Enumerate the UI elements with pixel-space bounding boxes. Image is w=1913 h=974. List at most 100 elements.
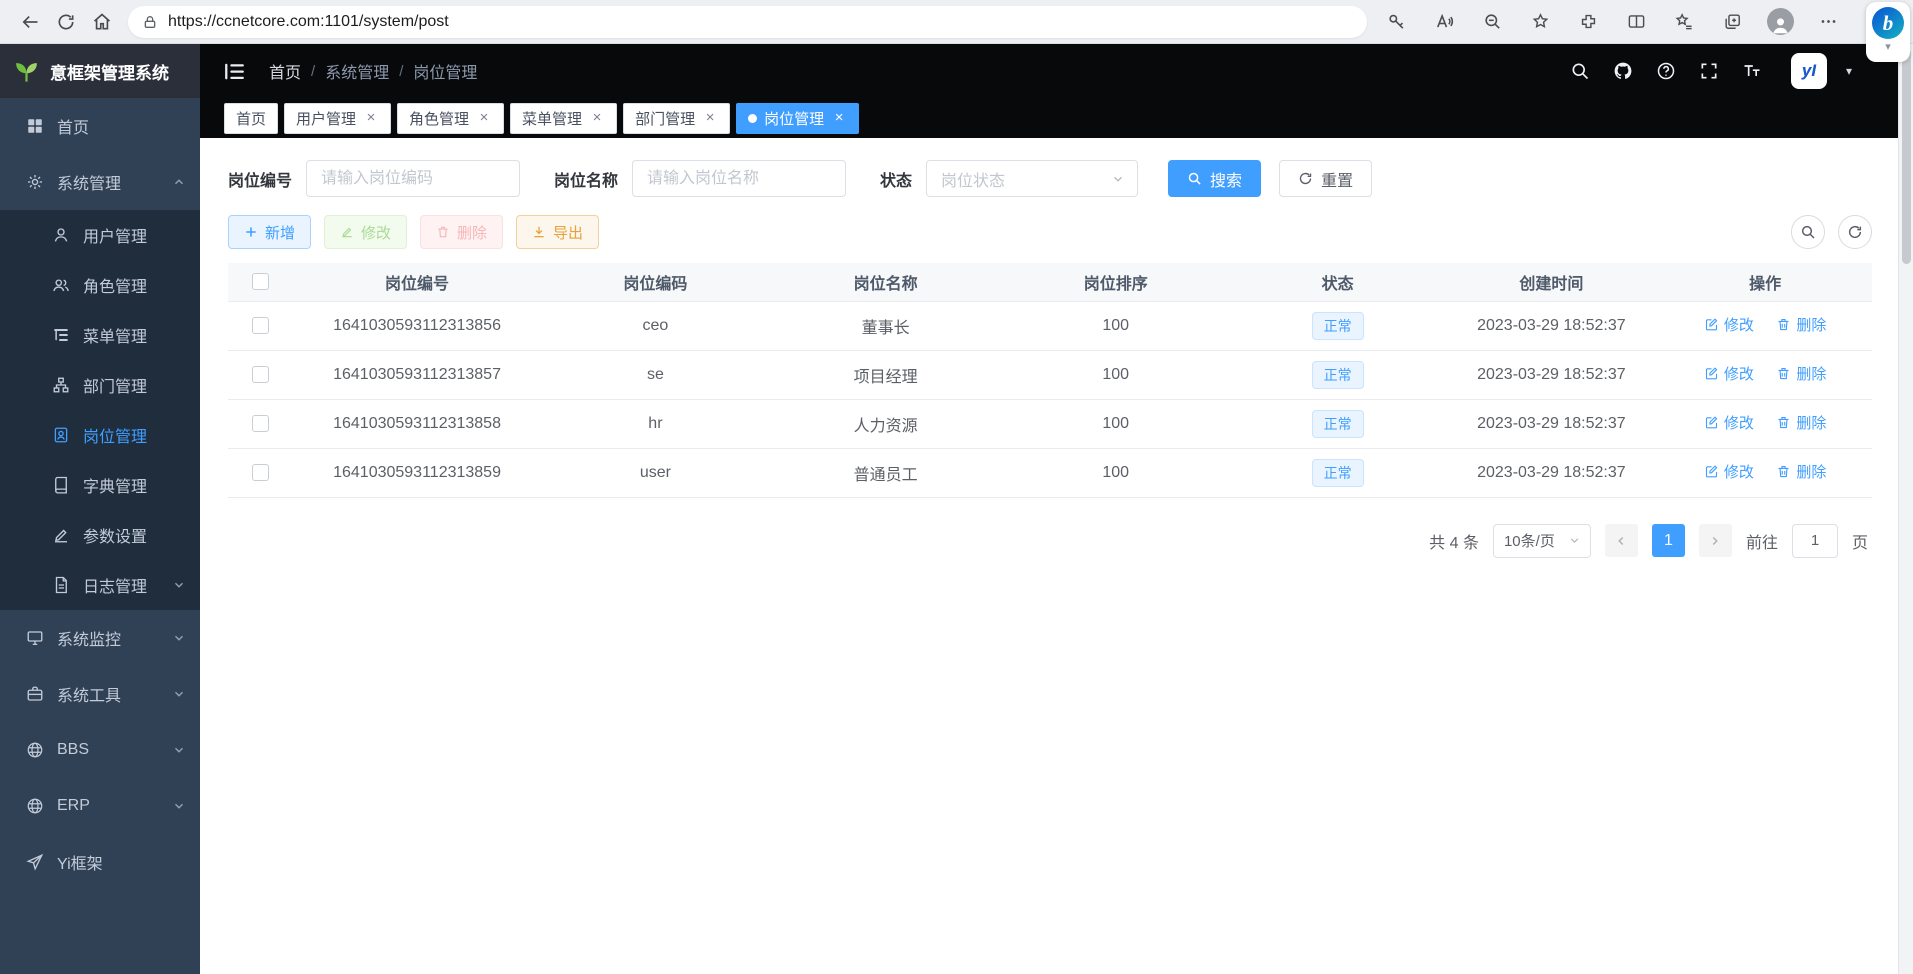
sidebar-item-bbs[interactable]: BBS bbox=[0, 722, 200, 778]
help-icon[interactable] bbox=[1654, 59, 1678, 83]
page-size-select[interactable]: 10条/页 bbox=[1493, 524, 1591, 558]
row-checkbox[interactable] bbox=[252, 415, 269, 432]
tab-close-icon[interactable]: × bbox=[702, 110, 718, 126]
browser-profile-button[interactable] bbox=[1763, 7, 1797, 37]
row-edit-link[interactable]: 修改 bbox=[1704, 412, 1754, 433]
tab-home[interactable]: 首页 bbox=[224, 103, 278, 134]
row-delete-link[interactable]: 删除 bbox=[1776, 412, 1826, 433]
export-button-label: 导出 bbox=[553, 222, 583, 243]
status-select[interactable]: 岗位状态 bbox=[926, 160, 1138, 197]
post-name-input[interactable] bbox=[632, 160, 846, 197]
table-row: 1641030593112313858 hr 人力资源 100 正常 2023-… bbox=[228, 399, 1872, 448]
sidebar-item-system[interactable]: 系统管理 bbox=[0, 154, 200, 210]
sidebar-item-monitor[interactable]: 系统监控 bbox=[0, 610, 200, 666]
add-button-label: 新增 bbox=[265, 222, 295, 243]
more-options-icon[interactable] bbox=[1811, 7, 1845, 37]
tab-close-icon[interactable]: × bbox=[476, 110, 492, 126]
row-delete-link[interactable]: 删除 bbox=[1776, 461, 1826, 482]
github-icon[interactable] bbox=[1611, 59, 1635, 83]
add-button[interactable]: 新增 bbox=[228, 215, 311, 249]
tab-post-mgmt[interactable]: 岗位管理 × bbox=[736, 103, 859, 134]
search-button[interactable]: 搜索 bbox=[1168, 160, 1261, 197]
app-logo[interactable]: 意框架管理系统 bbox=[0, 44, 200, 98]
row-edit-link[interactable]: 修改 bbox=[1704, 363, 1754, 384]
row-checkbox[interactable] bbox=[252, 317, 269, 334]
select-all-checkbox[interactable] bbox=[252, 273, 269, 290]
tab-role-mgmt[interactable]: 角色管理 × bbox=[397, 103, 504, 134]
address-bar[interactable]: https://ccnetcore.com:1101/system/post bbox=[128, 6, 1367, 38]
toggle-search-button[interactable] bbox=[1791, 215, 1825, 249]
refresh-table-button[interactable] bbox=[1838, 215, 1872, 249]
toolbar-right-tools bbox=[1791, 215, 1872, 249]
sidebar-item-yi-framework[interactable]: Yi框架 bbox=[0, 834, 200, 890]
read-aloud-icon[interactable] bbox=[1427, 7, 1461, 37]
search-icon bbox=[1800, 224, 1816, 240]
post-code-input[interactable] bbox=[306, 160, 520, 197]
tab-user-mgmt[interactable]: 用户管理 × bbox=[284, 103, 391, 134]
sidebar-item-home[interactable]: 首页 bbox=[0, 98, 200, 154]
collections-icon[interactable] bbox=[1715, 7, 1749, 37]
user-menu-caret-icon[interactable]: ▾ bbox=[1846, 64, 1852, 78]
favorites-icon[interactable] bbox=[1667, 7, 1701, 37]
copilot-collapse-caret-icon[interactable]: ▾ bbox=[1885, 42, 1891, 52]
header-search-icon[interactable] bbox=[1568, 59, 1592, 83]
row-delete-link[interactable]: 删除 bbox=[1776, 363, 1826, 384]
cell-post-name: 项目经理 bbox=[771, 350, 1001, 399]
row-checkbox[interactable] bbox=[252, 464, 269, 481]
page-content: 岗位编号 岗位名称 状态 岗位状态 搜索 bbox=[200, 138, 1898, 974]
font-size-icon[interactable] bbox=[1740, 59, 1764, 83]
sidebar-item-role-mgmt[interactable]: 角色管理 bbox=[0, 260, 200, 310]
goto-page-input[interactable] bbox=[1792, 524, 1838, 558]
split-screen-icon[interactable] bbox=[1619, 7, 1653, 37]
home-icon[interactable] bbox=[84, 4, 120, 40]
star-plus-icon bbox=[1531, 12, 1550, 31]
letter-a-sound-icon bbox=[1435, 12, 1454, 31]
edit-button[interactable]: 修改 bbox=[324, 215, 407, 249]
user-avatar[interactable]: yI bbox=[1791, 53, 1827, 89]
tab-close-icon[interactable]: × bbox=[363, 110, 379, 126]
col-header-post-sort: 岗位排序 bbox=[1001, 263, 1231, 301]
add-favorite-icon[interactable] bbox=[1523, 7, 1557, 37]
sidebar-toggle-icon[interactable] bbox=[222, 59, 247, 84]
sidebar-item-post-mgmt[interactable]: 岗位管理 bbox=[0, 410, 200, 460]
delete-button[interactable]: 删除 bbox=[420, 215, 503, 249]
ellipsis-icon bbox=[1819, 12, 1838, 31]
page-number-current[interactable]: 1 bbox=[1652, 524, 1685, 557]
tab-close-icon[interactable]: × bbox=[831, 110, 847, 126]
scrollbar-thumb[interactable] bbox=[1902, 49, 1911, 264]
browser-scrollbar[interactable] bbox=[1898, 44, 1913, 974]
fullscreen-icon[interactable] bbox=[1697, 59, 1721, 83]
extensions-icon[interactable] bbox=[1571, 7, 1605, 37]
gear-icon bbox=[26, 173, 44, 191]
sidebar-item-dict-mgmt[interactable]: 字典管理 bbox=[0, 460, 200, 510]
sidebar-item-log-mgmt[interactable]: 日志管理 bbox=[0, 560, 200, 610]
total-count: 共 4 条 bbox=[1429, 529, 1479, 553]
bing-copilot-button[interactable]: b ▾ bbox=[1866, 2, 1910, 62]
toolbox-icon bbox=[26, 685, 44, 703]
tab-dept-mgmt[interactable]: 部门管理 × bbox=[623, 103, 730, 134]
refresh-icon[interactable] bbox=[48, 4, 84, 40]
sidebar-item-tools[interactable]: 系统工具 bbox=[0, 666, 200, 722]
breadcrumb-home[interactable]: 首页 bbox=[269, 59, 301, 83]
saved-password-key-icon[interactable] bbox=[1379, 7, 1413, 37]
col-header-created: 创建时间 bbox=[1445, 263, 1659, 301]
sidebar-item-param-settings[interactable]: 参数设置 bbox=[0, 510, 200, 560]
sidebar-item-erp[interactable]: ERP bbox=[0, 778, 200, 834]
row-checkbox[interactable] bbox=[252, 366, 269, 383]
tab-menu-mgmt[interactable]: 菜单管理 × bbox=[510, 103, 617, 134]
zoom-out-icon[interactable] bbox=[1475, 7, 1509, 37]
cell-created: 2023-03-29 18:52:37 bbox=[1445, 350, 1659, 399]
prev-page-button[interactable] bbox=[1605, 524, 1638, 557]
next-page-button[interactable] bbox=[1699, 524, 1732, 557]
row-edit-link[interactable]: 修改 bbox=[1704, 461, 1754, 482]
sidebar-item-dept-mgmt[interactable]: 部门管理 bbox=[0, 360, 200, 410]
back-icon[interactable] bbox=[12, 4, 48, 40]
row-delete-link[interactable]: 删除 bbox=[1776, 314, 1826, 335]
reset-button[interactable]: 重置 bbox=[1279, 160, 1372, 197]
sidebar-item-user-mgmt[interactable]: 用户管理 bbox=[0, 210, 200, 260]
row-edit-link[interactable]: 修改 bbox=[1704, 314, 1754, 335]
export-button[interactable]: 导出 bbox=[516, 215, 599, 249]
tab-close-icon[interactable]: × bbox=[589, 110, 605, 126]
back-arrow-icon bbox=[20, 12, 40, 32]
sidebar-item-menu-mgmt[interactable]: 菜单管理 bbox=[0, 310, 200, 360]
